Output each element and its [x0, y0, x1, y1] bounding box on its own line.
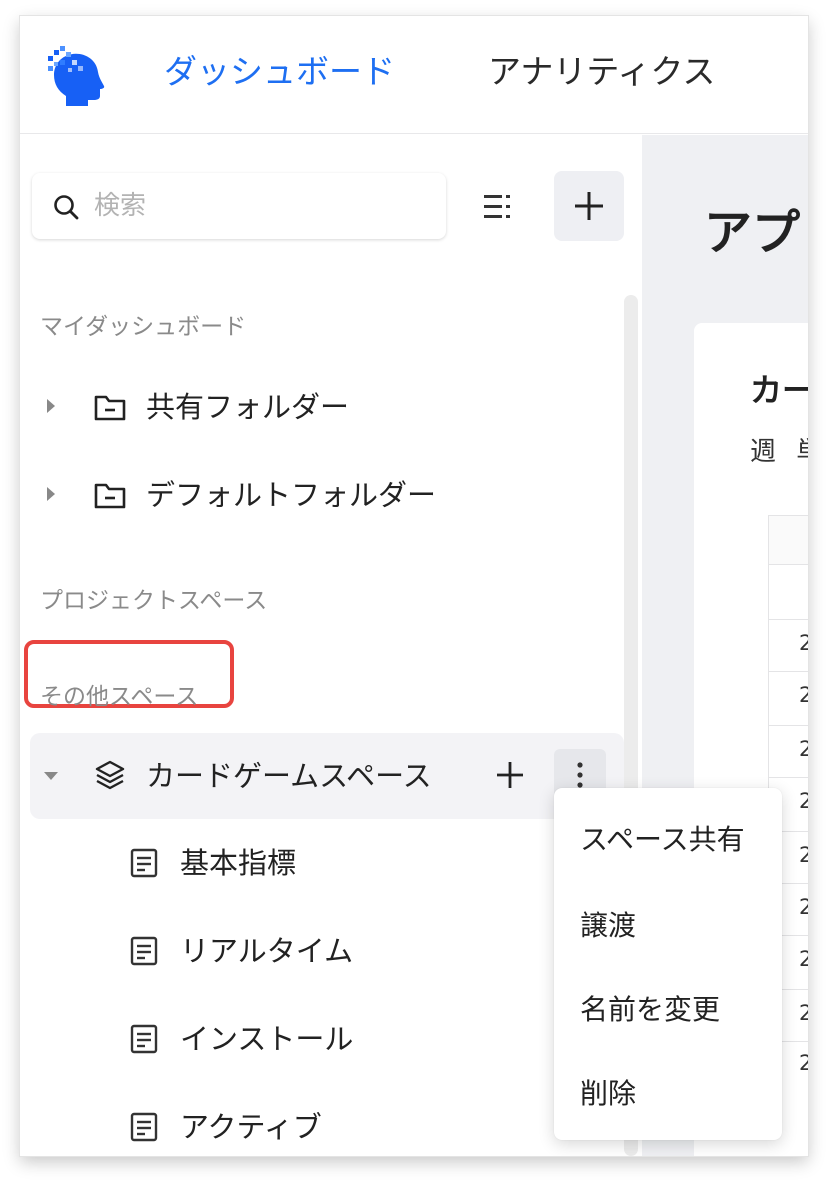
dashboard-label: リアルタイム — [180, 934, 354, 968]
table-cell: 20 — [799, 683, 808, 707]
dashboard-label: アクティブ — [180, 1110, 322, 1144]
plus-icon — [497, 762, 523, 788]
menu-item-share-space[interactable]: スペース共有 — [580, 818, 745, 858]
table-cell: 20 — [799, 737, 808, 761]
table-cell: 20 — [799, 1051, 808, 1075]
table-cell: 20 — [799, 843, 808, 867]
folder-icon — [92, 389, 128, 425]
app-window: ダッシュボード アナリティクス 検索 マイダッシュボード 共有フォルダー デフォ… — [20, 16, 808, 1156]
top-navigation-bar: ダッシュボード アナリティクス — [20, 16, 808, 134]
menu-item-delete[interactable]: 削除 — [580, 1072, 636, 1112]
list-view-icon[interactable] — [478, 185, 522, 229]
search-icon — [52, 193, 80, 221]
folder-item-shared[interactable]: 共有フォルダー — [30, 365, 624, 449]
document-icon — [126, 845, 162, 881]
document-icon — [126, 1109, 162, 1145]
dashboard-item-realtime[interactable]: リアルタイム — [30, 909, 624, 993]
space-label: カードゲームスペース — [146, 759, 432, 793]
folder-label: 共有フォルダー — [146, 390, 350, 424]
brain-logo-icon[interactable] — [44, 44, 108, 108]
sidebar: マイダッシュボード 共有フォルダー — [20, 135, 642, 1156]
menu-item-rename[interactable]: 名前を変更 — [580, 988, 720, 1028]
table-cell: 20 — [799, 631, 808, 655]
section-other-spaces: その他スペース — [40, 684, 199, 710]
dashboard-label: インストール — [180, 1022, 354, 1056]
document-icon — [126, 1021, 162, 1057]
add-to-space-button[interactable] — [488, 753, 532, 797]
card-title: カー — [750, 371, 808, 409]
table-cell: 20 — [799, 895, 808, 919]
caret-right-icon[interactable] — [40, 483, 62, 505]
section-my-dashboards: マイダッシュボード — [40, 314, 247, 340]
menu-item-transfer[interactable]: 譲渡 — [580, 904, 636, 944]
caret-down-icon[interactable] — [40, 765, 62, 787]
search-box[interactable] — [32, 173, 446, 239]
dashboard-item-basic-metrics[interactable]: 基本指標 — [30, 821, 624, 905]
caret-right-icon[interactable] — [40, 395, 62, 417]
page-title: アプ — [704, 205, 801, 261]
plus-icon — [575, 192, 603, 220]
card-subtitle: 週 単 — [750, 437, 808, 467]
folder-icon — [92, 477, 128, 513]
table-cell: 20 — [799, 1001, 808, 1025]
table-cell: 20 — [799, 947, 808, 971]
add-dashboard-button[interactable] — [554, 171, 624, 241]
space-item-card-game[interactable]: カードゲームスペース — [30, 733, 624, 819]
folder-label: デフォルトフォルダー — [146, 478, 437, 512]
dashboard-item-active[interactable]: アクティブ — [30, 1085, 624, 1156]
folder-item-default[interactable]: デフォルトフォルダー — [30, 453, 624, 537]
document-icon — [126, 933, 162, 969]
tab-dashboard[interactable]: ダッシュボード — [164, 52, 395, 92]
section-project-spaces: プロジェクトスペース — [40, 588, 268, 614]
dashboard-label: 基本指標 — [180, 846, 297, 880]
tab-analytics[interactable]: アナリティクス — [488, 52, 715, 92]
table-cell: 20 — [799, 789, 808, 813]
dashboard-item-install[interactable]: インストール — [30, 997, 624, 1081]
space-context-menu: スペース共有 譲渡 名前を変更 削除 — [554, 788, 782, 1140]
cube-stack-icon — [92, 758, 128, 794]
search-input[interactable] — [94, 185, 424, 227]
table-header — [769, 515, 808, 565]
